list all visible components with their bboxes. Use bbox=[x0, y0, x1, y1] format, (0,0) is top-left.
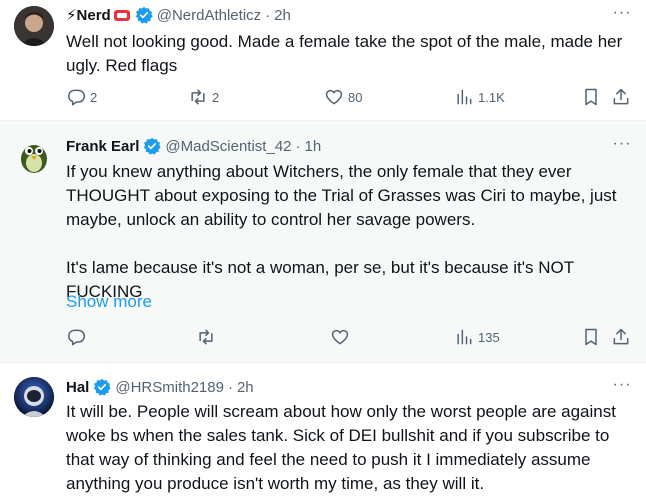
like-button[interactable]: 80 bbox=[324, 87, 362, 107]
astronaut-avatar-icon bbox=[14, 377, 54, 417]
more-options-button[interactable]: ··· bbox=[610, 377, 634, 398]
reply-button[interactable]: 2 bbox=[66, 87, 97, 107]
avatar[interactable] bbox=[14, 135, 54, 175]
retweet-count: 2 bbox=[212, 89, 220, 105]
views-chart-icon bbox=[457, 329, 472, 345]
bookmark-button[interactable] bbox=[581, 327, 601, 347]
reply-icon bbox=[68, 89, 86, 106]
share-button[interactable] bbox=[611, 327, 631, 347]
share-icon bbox=[613, 328, 629, 345]
share-button[interactable] bbox=[611, 87, 631, 107]
avatar[interactable] bbox=[14, 377, 54, 417]
more-options-button[interactable]: ··· bbox=[610, 136, 634, 157]
heart-icon bbox=[331, 329, 349, 345]
avatar[interactable] bbox=[14, 6, 54, 46]
views-button[interactable]: 135 bbox=[454, 327, 500, 347]
timestamp[interactable]: 1h bbox=[305, 138, 322, 155]
tweet-text-body: It will be. People will scream about how… bbox=[66, 402, 616, 493]
penguin-avatar-icon bbox=[21, 145, 47, 173]
like-button[interactable] bbox=[330, 327, 350, 347]
view-count: 135 bbox=[478, 329, 500, 345]
separator-dot: · bbox=[265, 6, 271, 24]
retweet-icon bbox=[199, 329, 213, 345]
more-options-button[interactable]: ··· bbox=[610, 5, 634, 26]
view-count: 1.1K bbox=[478, 89, 505, 105]
timestamp[interactable]: 2h bbox=[237, 379, 254, 396]
display-name[interactable]: Hal bbox=[66, 379, 89, 396]
like-count: 80 bbox=[348, 89, 363, 105]
reply-icon bbox=[68, 329, 86, 346]
separator-dot: · bbox=[227, 378, 233, 396]
display-name[interactable]: ⚡Nerd bbox=[66, 6, 111, 24]
action-bar: 2 2 80 1.1K bbox=[0, 87, 646, 111]
separator-dot: · bbox=[295, 137, 301, 155]
reply-count: 2 bbox=[90, 89, 98, 105]
handle[interactable]: @HRSmith2189 bbox=[115, 379, 224, 396]
retweet-button[interactable] bbox=[196, 327, 216, 347]
handle[interactable]: @MadScientist_42 bbox=[165, 138, 291, 155]
verified-badge-icon bbox=[135, 6, 153, 24]
avatar-photo-icon bbox=[14, 6, 54, 46]
timestamp[interactable]: 2h bbox=[274, 7, 291, 24]
retweet-icon bbox=[191, 89, 205, 105]
views-button[interactable]: 1.1K bbox=[454, 87, 505, 107]
retweet-button[interactable]: 2 bbox=[188, 87, 219, 107]
tweet-3[interactable]: Hal @HRSmith2189 · 2h ··· It will be. Pe… bbox=[0, 363, 646, 493]
bookmark-button[interactable] bbox=[581, 87, 601, 107]
emoji-badge-icon bbox=[113, 10, 130, 21]
tweet-text-paragraph-1: If you knew anything about Witchers, the… bbox=[66, 162, 617, 229]
handle[interactable]: @NerdAthleticz bbox=[157, 7, 261, 24]
tweet-text: If you knew anything about Witchers, the… bbox=[66, 160, 632, 304]
verified-badge-icon bbox=[94, 378, 112, 396]
display-name[interactable]: Frank Earl bbox=[66, 138, 139, 155]
heart-icon bbox=[325, 89, 343, 105]
views-chart-icon bbox=[457, 89, 472, 105]
verified-badge-icon bbox=[144, 137, 162, 155]
tweet-2[interactable]: Frank Earl @MadScientist_42 · 1h ··· If … bbox=[0, 121, 646, 362]
tweet-1[interactable]: ⚡Nerd @NerdAthleticz · 2h ··· Well not l… bbox=[0, 0, 646, 120]
show-more-link[interactable]: Show more bbox=[66, 292, 152, 312]
action-bar: 135 bbox=[0, 327, 646, 351]
tweet-text: Well not looking good. Made a female tak… bbox=[66, 30, 632, 78]
tweet-text-body: Well not looking good. Made a female tak… bbox=[66, 32, 623, 75]
reply-button[interactable] bbox=[66, 327, 86, 347]
bookmark-icon bbox=[585, 328, 597, 346]
tweet-text: It will be. People will scream about how… bbox=[66, 400, 632, 496]
bookmark-icon bbox=[585, 88, 597, 106]
share-icon bbox=[613, 88, 629, 105]
